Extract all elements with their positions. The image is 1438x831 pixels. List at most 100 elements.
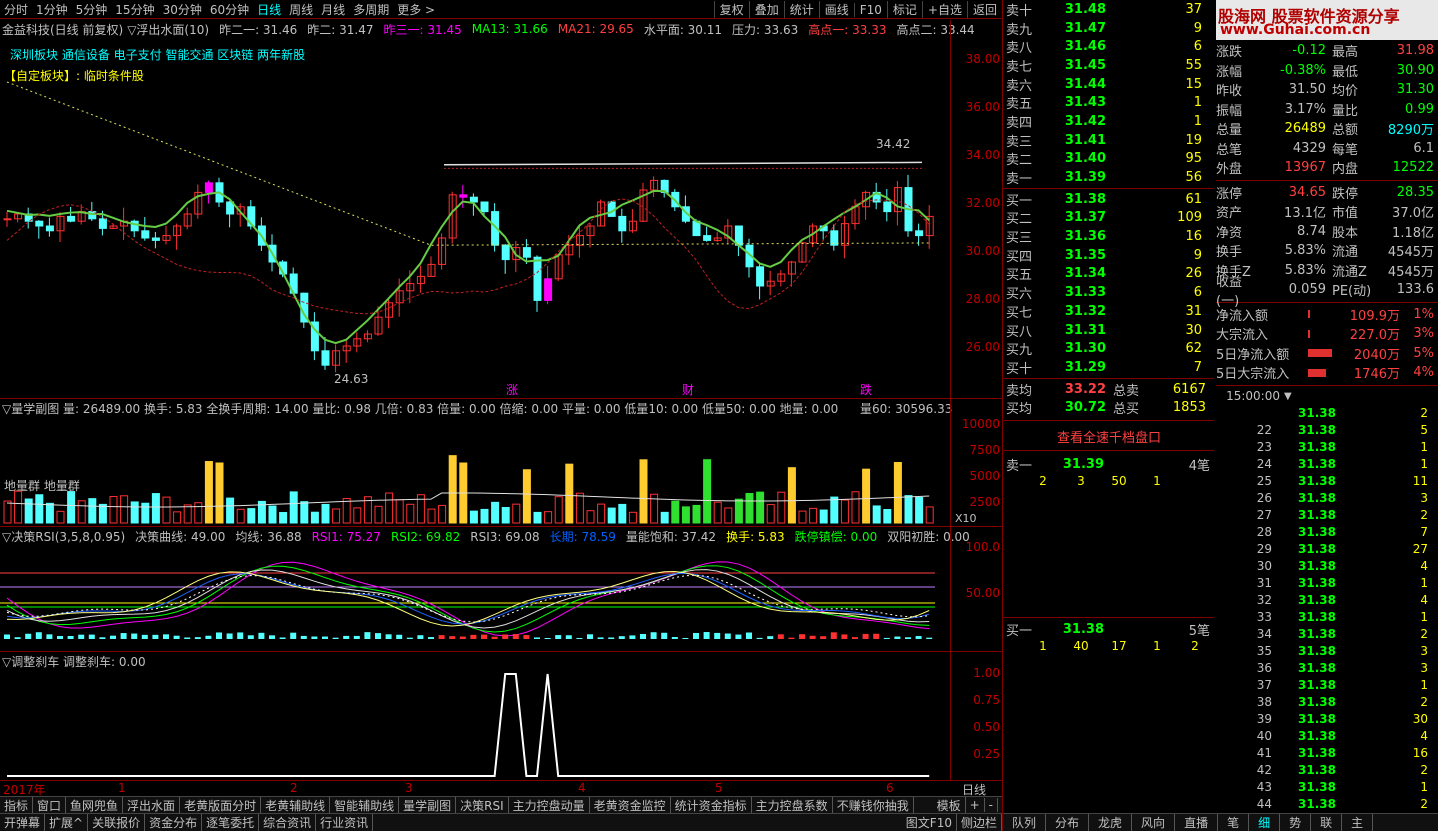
order-book-row[interactable]: 买三 31.36 16	[1004, 227, 1214, 246]
order-price: 31.40	[1064, 151, 1106, 167]
order-book-row[interactable]: 卖六 31.44 15	[1004, 75, 1214, 94]
tick-tab[interactable]: 主	[1342, 814, 1374, 831]
tab[interactable]: 主力控盘系数	[752, 796, 833, 814]
tab[interactable]: 老黄资金监控	[590, 796, 671, 814]
filter-icon[interactable]: ▼	[1284, 391, 1292, 402]
tab[interactable]: 开弹幕	[0, 814, 46, 831]
toolbar-button[interactable]: 画线	[818, 1, 854, 18]
tick-tab[interactable]: 龙虎	[1089, 814, 1133, 831]
tab[interactable]: 指标	[0, 796, 34, 814]
order-book-row[interactable]: 卖九 31.47 9	[1004, 19, 1214, 38]
flow-pct: 3%	[1413, 326, 1434, 342]
stat-key: PE(动)	[1332, 284, 1372, 300]
tab[interactable]: 统计资金指标	[671, 796, 752, 814]
order-book-row[interactable]: 买七 31.32 31	[1004, 302, 1214, 321]
tab[interactable]: 综合资讯	[259, 814, 317, 831]
tab[interactable]: 逐笔委托	[202, 814, 260, 831]
order-book-row[interactable]: 买九 31.30 62	[1004, 339, 1214, 358]
volume-chart[interactable]	[0, 415, 950, 527]
tick-tab[interactable]: 联	[1311, 814, 1343, 831]
tick-tab[interactable]: 势	[1280, 814, 1312, 831]
tab[interactable]: 决策RSI	[456, 796, 509, 814]
stat-value: 30.90	[1396, 62, 1434, 78]
order-level: 卖二	[1006, 153, 1033, 169]
indicator-selector[interactable]: ▽浮出水面(10)	[127, 21, 209, 38]
order-book-row[interactable]: 买一 31.38 61	[1004, 190, 1214, 209]
tab[interactable]: 图文F10	[902, 814, 957, 831]
order-book-row[interactable]: 卖十 31.48 37	[1004, 0, 1214, 19]
tab[interactable]: 老黄版面分时	[180, 796, 262, 814]
tick-row: 24 31.38 1	[1216, 456, 1438, 473]
book-summary-row: 卖均 33.22 总卖 6167	[1004, 380, 1214, 399]
tick-tab[interactable]: 直播	[1175, 814, 1219, 831]
toolbar-button[interactable]: +自选	[921, 1, 967, 18]
order-level: 卖一	[1006, 172, 1033, 188]
order-book-row[interactable]: 卖二 31.40 95	[1004, 150, 1214, 169]
tab[interactable]: 量学副图	[399, 796, 457, 814]
order-price: 31.37	[1064, 210, 1106, 226]
tab[interactable]: 行业资讯	[316, 814, 374, 831]
flow-bar	[1308, 349, 1332, 358]
period-tab[interactable]: 30分钟	[159, 1, 206, 18]
tab[interactable]: 浮出水面	[123, 796, 181, 814]
order-level: 买八	[1006, 324, 1033, 340]
candlestick-chart[interactable]: 34.42 24.63 涨 财 跌	[0, 38, 1002, 398]
period-tab[interactable]: 多周期	[349, 1, 393, 18]
tick-time: 23	[1256, 440, 1272, 454]
tab[interactable]: 主力控盘动量	[509, 796, 590, 814]
period-tab[interactable]: 5分钟	[72, 1, 112, 18]
period-tab[interactable]: 1分钟	[32, 1, 72, 18]
order-book-row[interactable]: 买四 31.35 9	[1004, 246, 1214, 265]
tab[interactable]: 侧边栏	[957, 814, 1002, 831]
order-book-row[interactable]: 卖七 31.45 55	[1004, 56, 1214, 75]
tick-tab[interactable]: 队列	[1003, 814, 1047, 831]
tab[interactable]: 鱼网兜鱼	[66, 796, 124, 814]
order-book-row[interactable]: 卖四 31.42 1	[1004, 112, 1214, 131]
toolbar-button[interactable]: F10	[853, 2, 887, 17]
period-tab[interactable]: 周线	[285, 1, 317, 18]
tab[interactable]: 资金分布	[145, 814, 203, 831]
tab[interactable]: 智能辅助线	[330, 796, 400, 814]
period-tab[interactable]: 60分钟	[206, 1, 253, 18]
rsi-chart[interactable]	[0, 543, 950, 651]
order-book-row[interactable]: 卖五 31.43 1	[1004, 93, 1214, 112]
toolbar-button[interactable]: 复权	[713, 1, 749, 18]
order-book-row[interactable]: 买二 31.37 109	[1004, 209, 1214, 227]
tick-tab[interactable]: 风向	[1132, 814, 1176, 831]
order-book-row[interactable]: 买五 31.34 26	[1004, 265, 1214, 283]
tab[interactable]: 扩展^	[45, 814, 89, 831]
period-tab[interactable]: 更多 >	[393, 1, 439, 18]
tab[interactable]: 模板	[933, 796, 966, 814]
order-book-row[interactable]: 卖三 31.41 19	[1004, 131, 1214, 150]
order-book-row[interactable]: 卖一 31.39 56	[1004, 168, 1214, 187]
order-book-row[interactable]: 卖八 31.46 6	[1004, 37, 1214, 56]
toolbar-button[interactable]: 叠加	[748, 1, 784, 18]
tick-time: 30	[1256, 559, 1272, 573]
toolbar-button[interactable]: 统计	[783, 1, 819, 18]
order-book-row[interactable]: 买六 31.33 6	[1004, 283, 1214, 302]
brake-chart[interactable]	[0, 668, 950, 780]
period-tab[interactable]: 日线	[253, 1, 285, 18]
tab[interactable]: 不赚钱你抽我	[833, 796, 914, 814]
tab[interactable]: 关联报价	[88, 814, 146, 831]
full-book-link[interactable]: 查看全速千档盘口	[1004, 421, 1214, 450]
order-book-row[interactable]: 买八 31.31 30	[1004, 321, 1214, 340]
period-tabs: 分时 1分钟 5分钟 15分钟 30分钟 60分钟 日线 周线 月线 多周期 更多 >	[0, 1, 439, 18]
tick-tab[interactable]: 细	[1249, 814, 1281, 831]
ticks-header: 15:00:00 ▼	[1226, 389, 1292, 403]
tick-volume: 2	[1420, 763, 1428, 777]
tab[interactable]: -	[985, 798, 998, 812]
stat-key: 涨跌	[1216, 45, 1243, 61]
tab[interactable]: 老黄辅助线	[261, 796, 331, 814]
period-tab[interactable]: 分时	[0, 1, 32, 18]
toolbar-button[interactable]: 返回	[966, 1, 1002, 18]
order-book-row[interactable]: 买十 31.29 7	[1004, 358, 1214, 377]
period-tab[interactable]: 月线	[317, 1, 349, 18]
tab[interactable]: +	[966, 798, 985, 812]
stat-key: 外盘	[1216, 162, 1243, 178]
period-tab[interactable]: 15分钟	[111, 1, 158, 18]
toolbar-button[interactable]: 标记	[886, 1, 922, 18]
tick-tab[interactable]: 分布	[1046, 814, 1090, 831]
tab[interactable]: 窗口	[33, 796, 67, 814]
tick-tab[interactable]: 笔	[1218, 814, 1250, 831]
